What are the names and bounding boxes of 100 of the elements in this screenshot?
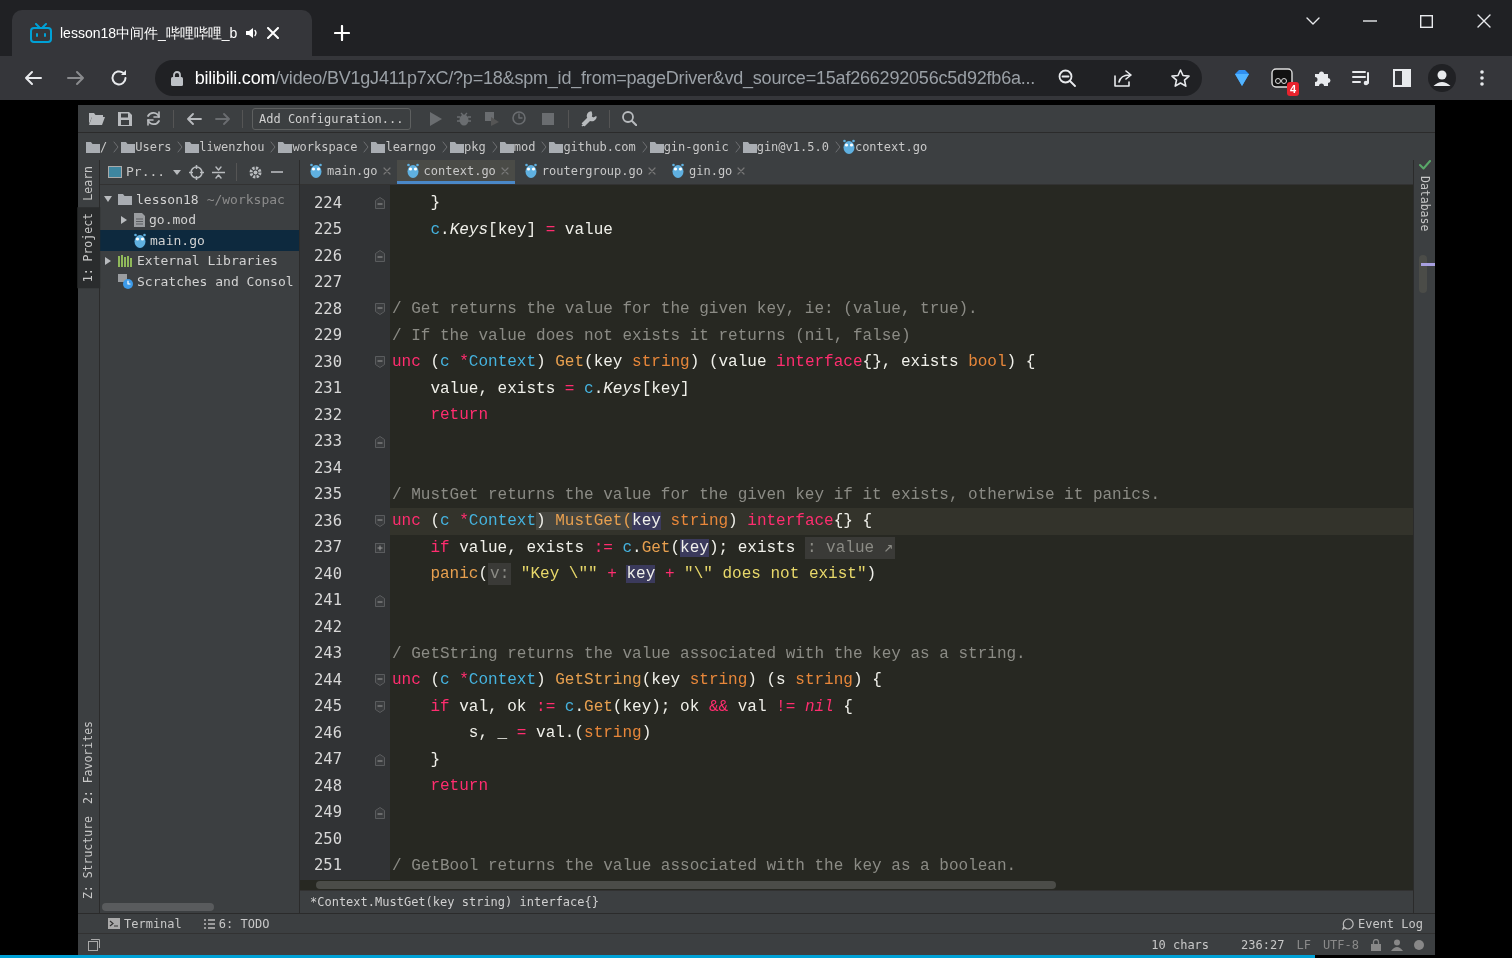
fold-icon[interactable] (375, 753, 385, 766)
chevron-down-icon[interactable] (1305, 17, 1320, 25)
minimize-panel-icon[interactable] (271, 171, 284, 173)
line-number: 247 (313, 749, 343, 771)
speaker-icon (245, 26, 260, 40)
fold-icon[interactable] (375, 250, 385, 263)
status-item[interactable]: 236:27 (1241, 935, 1285, 954)
breadcrumb-label[interactable]: gin@v1.5.0 (756, 137, 829, 156)
error-stripe-mark (1421, 263, 1435, 266)
fold-icon[interactable] (375, 594, 385, 607)
breadcrumb-label[interactable]: mod (513, 137, 536, 156)
media-icon[interactable] (1352, 70, 1372, 86)
settings-icon[interactable] (248, 164, 264, 180)
line-number: 231 (313, 378, 343, 400)
breadcrumb-label[interactable]: liwenzhou (199, 137, 265, 156)
editor-tab[interactable]: gin.go (662, 160, 752, 184)
tree-item[interactable]: go.mod (100, 209, 299, 230)
lock-icon[interactable] (1371, 938, 1381, 951)
scrollbar[interactable] (102, 903, 214, 911)
fold-icon[interactable] (375, 197, 385, 210)
editor-tab[interactable]: main.go (300, 160, 397, 184)
menu-icon[interactable] (1480, 70, 1484, 86)
sync-icon[interactable] (145, 111, 161, 126)
breadcrumb-label[interactable]: / (100, 137, 108, 156)
minimize-icon[interactable] (1362, 20, 1377, 22)
breadcrumb-label[interactable]: gin-gonic (663, 137, 729, 156)
chevron-right-icon (834, 140, 841, 153)
tool-window-tab[interactable]: Learn (76, 160, 101, 207)
fold-icon[interactable] (375, 674, 385, 687)
panel-icon (108, 166, 122, 178)
run-configuration-button[interactable]: Add Configuration... (252, 107, 411, 130)
side-panel-icon[interactable] (1393, 69, 1411, 87)
tree-item[interactable]: lesson18 ~/workspac (100, 189, 299, 210)
person-icon[interactable] (1391, 938, 1403, 951)
browser-tab[interactable]: lesson18中间件_哔哩哔哩_b (12, 10, 312, 56)
chevron-right-icon (442, 140, 448, 153)
fold-icon[interactable] (375, 435, 385, 448)
collapsed-arrow-icon[interactable] (120, 215, 128, 224)
chevron-right-icon (363, 140, 370, 153)
gem-icon[interactable] (1234, 69, 1250, 87)
tree-item[interactable]: main.go (100, 230, 299, 251)
collapse-icon[interactable] (212, 165, 226, 179)
address-bar[interactable]: bilibili.com/video/BV1gJ411p7xC/?p=18&spm_id_from=pageDriver&vd_source=15af266292056c5d92fb6a... (154, 60, 1202, 96)
collapsed-arrow-icon[interactable] (104, 256, 112, 265)
back-arrow-icon[interactable] (186, 112, 202, 125)
breadcrumb-label[interactable]: pkg (464, 137, 486, 156)
fold-icon[interactable] (375, 515, 385, 528)
dropdown-icon[interactable] (173, 169, 182, 175)
layout-icon[interactable] (88, 938, 100, 951)
forward-icon[interactable] (67, 70, 86, 86)
editor-tab[interactable]: routergroup.go (514, 160, 662, 184)
tool-window-button[interactable]: 6: TODO (218, 914, 270, 933)
file-icon (134, 212, 145, 227)
back-icon[interactable] (24, 70, 43, 86)
tree-item[interactable]: Scratches and Consol (100, 271, 299, 292)
scrollbar[interactable] (316, 881, 1056, 889)
share-icon[interactable] (1114, 69, 1133, 87)
tree-item[interactable]: External Libraries (100, 250, 299, 271)
wrench-icon[interactable] (580, 110, 597, 127)
puzzle-icon[interactable] (1313, 69, 1331, 87)
breadcrumb-label[interactable]: learngo (385, 137, 436, 156)
star-icon[interactable] (1171, 69, 1190, 87)
fold-icon[interactable] (375, 356, 385, 369)
tool-window-button[interactable]: Terminal (124, 914, 182, 933)
avatar-icon[interactable] (1428, 64, 1456, 92)
event-log-button[interactable]: Event Log (1357, 914, 1423, 933)
signature-hint: *Context.MustGet(key string) interface{} (310, 894, 599, 911)
tool-window-tab[interactable]: Database (1412, 170, 1437, 238)
breadcrumb-label[interactable]: context.go (854, 137, 928, 156)
open-folder-icon[interactable] (89, 112, 105, 125)
breadcrumb-label[interactable]: github.com (563, 137, 636, 156)
expand-icon[interactable] (375, 542, 385, 553)
fold-icon[interactable] (375, 806, 385, 819)
maximize-icon[interactable] (1420, 14, 1433, 28)
chevron-right-icon (641, 140, 648, 153)
line-number: 235 (313, 484, 343, 506)
reload-icon[interactable] (110, 69, 129, 87)
fold-icon[interactable] (375, 303, 385, 316)
chevron-right-icon (491, 140, 498, 153)
panel-title[interactable]: Pr... (126, 162, 166, 182)
breadcrumb-label[interactable]: Users (135, 137, 172, 156)
code-line: } (429, 193, 441, 214)
search-icon[interactable] (622, 111, 637, 126)
gopher-icon (134, 232, 146, 248)
scrollbar[interactable] (1419, 255, 1427, 293)
list-icon (203, 918, 215, 929)
inspector-icon[interactable] (1413, 938, 1425, 951)
fold-icon[interactable] (375, 700, 385, 713)
line-number: 241 (313, 590, 343, 612)
save-icon[interactable] (118, 111, 132, 126)
new-tab-icon[interactable] (334, 25, 350, 41)
expanded-arrow-icon[interactable] (104, 195, 112, 204)
locate-icon[interactable] (189, 164, 205, 180)
breadcrumb-label[interactable]: workspace (292, 137, 358, 156)
zoom-out-icon[interactable] (1058, 69, 1076, 87)
line-number: 244 (313, 669, 343, 691)
tool-window-tab[interactable]: 2: Favorites (76, 714, 101, 810)
editor-tab[interactable]: context.go (396, 160, 515, 184)
tool-window-tab[interactable]: 1: Project (76, 206, 101, 288)
tool-window-tab[interactable]: Z: Structure (76, 809, 101, 905)
